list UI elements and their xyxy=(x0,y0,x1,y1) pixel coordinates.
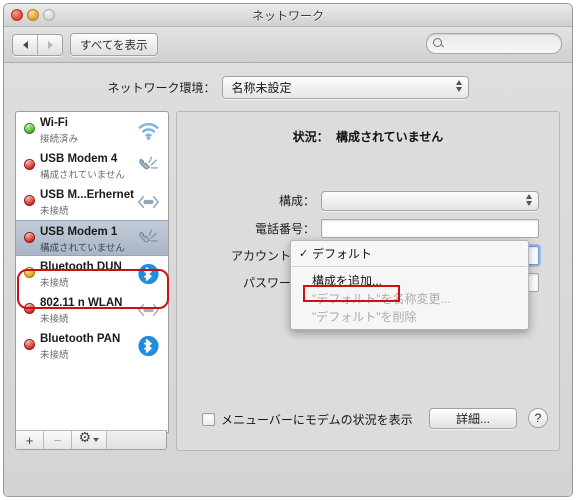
show-all-button[interactable]: すべてを表示 xyxy=(70,33,158,56)
status-dot-red-icon xyxy=(24,195,35,206)
show-all-label: すべてを表示 xyxy=(80,39,148,52)
network-location-row: ネットワーク環境： 名称未設定 xyxy=(4,76,572,99)
menu-item-default[interactable]: ✓ デフォルト xyxy=(291,244,528,262)
show-modem-status-checkbox[interactable] xyxy=(202,413,215,426)
menu-separator xyxy=(292,266,527,267)
preferences-toolbar: すべてを表示 xyxy=(4,27,572,63)
status-dot-amber-icon xyxy=(24,267,35,278)
add-service-label: + xyxy=(25,432,34,448)
phone-number-row: 電話番号： xyxy=(177,218,559,239)
menu-item-add-configuration[interactable]: 構成を追加... xyxy=(291,271,528,289)
service-list-item[interactable]: USB Modem 4 構成されていません xyxy=(16,148,168,184)
forward-button xyxy=(37,35,62,55)
window-titlebar: ネットワーク xyxy=(4,4,572,27)
service-list-item[interactable]: Wi-Fi 接続済み xyxy=(16,112,168,148)
gear-icon xyxy=(79,430,92,446)
configuration-popup-button[interactable] xyxy=(321,190,539,211)
service-status: 未接続 xyxy=(40,206,69,217)
service-status: 接続済み xyxy=(40,134,79,145)
ethernet-icon xyxy=(137,195,160,209)
bluetooth-icon xyxy=(138,263,159,285)
status-dot-red-icon xyxy=(24,303,35,314)
menu-item-label: "デフォルト"を削除 xyxy=(312,309,417,324)
service-list-item[interactable]: USB M...Erhernet 未接続 xyxy=(16,184,168,220)
service-name: USB M...Erhernet xyxy=(40,189,134,201)
menu-item-label: デフォルト xyxy=(312,246,373,261)
advanced-button[interactable]: 詳細... xyxy=(429,408,517,429)
service-list-item[interactable]: 802.11 n WLAN 未接続 xyxy=(16,292,168,328)
service-name: Bluetooth PAN xyxy=(40,333,121,345)
service-list-item[interactable]: Bluetooth PAN 未接続 xyxy=(16,328,168,364)
status-row: 状況： 構成されていません xyxy=(177,128,559,145)
service-status: 構成されていません xyxy=(40,170,125,181)
menu-item-label: "デフォルト"を名称変更... xyxy=(312,291,451,306)
service-actions-button[interactable] xyxy=(72,430,107,449)
service-status: 未接続 xyxy=(40,314,69,325)
triangle-right-icon xyxy=(47,41,53,49)
remove-service-button[interactable]: − xyxy=(44,431,72,449)
service-name: Bluetooth DUN xyxy=(40,261,122,273)
status-dot-red-icon xyxy=(24,339,35,350)
status-dot-red-icon xyxy=(24,232,35,243)
service-list[interactable]: Wi-Fi 接続済み USB Modem 4 構成されていません USB M..… xyxy=(15,111,169,433)
back-button[interactable] xyxy=(13,35,37,55)
phone-number-input[interactable] xyxy=(321,219,539,238)
modem-icon xyxy=(139,229,158,243)
menu-item-delete-configuration: "デフォルト"を削除 xyxy=(291,307,528,325)
status-dot-green-icon xyxy=(24,123,35,134)
menu-item-rename-configuration: "デフォルト"を名称変更... xyxy=(291,289,528,307)
service-name: Wi-Fi xyxy=(40,117,68,129)
search-input[interactable] xyxy=(448,36,552,51)
service-list-item[interactable]: Bluetooth DUN 未接続 xyxy=(16,256,168,292)
service-status: 構成されていません xyxy=(40,243,125,254)
service-name: USB Modem 1 xyxy=(40,226,118,238)
add-service-button[interactable]: + xyxy=(16,431,44,449)
help-label: ? xyxy=(534,411,542,425)
service-name: 802.11 n WLAN xyxy=(40,297,123,309)
checkmark-icon: ✓ xyxy=(299,247,309,260)
help-button[interactable]: ? xyxy=(528,408,548,428)
stepper-arrows-icon xyxy=(526,193,532,206)
service-status: 未接続 xyxy=(40,350,69,361)
status-dot-red-icon xyxy=(24,159,35,170)
status-label: 状況： xyxy=(292,130,329,144)
stepper-arrows-icon xyxy=(455,80,462,92)
service-list-toolbar: + − xyxy=(15,430,167,450)
show-modem-status-label: メニューバーにモデムの状況を表示 xyxy=(221,413,413,427)
network-location-popup[interactable]: 名称未設定 xyxy=(221,76,469,99)
search-field[interactable] xyxy=(426,33,562,54)
toolbar-filler xyxy=(107,431,166,449)
service-list-item-selected[interactable]: USB Modem 1 構成されていません xyxy=(16,220,168,256)
ethernet-icon xyxy=(137,303,160,317)
chevron-down-icon xyxy=(92,438,99,442)
service-status: 未接続 xyxy=(40,278,69,289)
wifi-icon xyxy=(138,122,159,140)
search-icon xyxy=(433,38,444,49)
phone-number-label: 電話番号： xyxy=(254,222,315,236)
bluetooth-icon xyxy=(138,335,159,357)
navigation-segmented-control xyxy=(12,34,63,56)
menu-item-label: 構成を追加... xyxy=(312,273,383,288)
advanced-label: 詳細... xyxy=(455,412,490,426)
remove-service-label: − xyxy=(53,432,62,448)
configuration-dropdown-menu[interactable]: ✓ デフォルト 構成を追加... "デフォルト"を名称変更... "デフォルト"… xyxy=(290,240,529,330)
network-location-label: ネットワーク環境： xyxy=(107,81,216,95)
triangle-left-icon xyxy=(22,41,28,49)
window-title: ネットワーク xyxy=(251,9,324,23)
network-preferences-window: ネットワーク すべてを表示 ネットワーク環境： 名称未設定 Wi-Fi 接続済み… xyxy=(3,3,573,497)
network-location-value: 名称未設定 xyxy=(231,81,292,95)
show-modem-status-row[interactable]: メニューバーにモデムの状況を表示 xyxy=(202,411,413,428)
configuration-row: 構成： xyxy=(177,190,559,211)
preferences-content: ネットワーク環境： 名称未設定 Wi-Fi 接続済み USB Modem 4 構… xyxy=(4,63,572,496)
modem-icon xyxy=(139,156,158,170)
configuration-label: 構成： xyxy=(278,194,315,208)
service-name: USB Modem 4 xyxy=(40,153,118,165)
status-value: 構成されていません xyxy=(336,130,444,144)
